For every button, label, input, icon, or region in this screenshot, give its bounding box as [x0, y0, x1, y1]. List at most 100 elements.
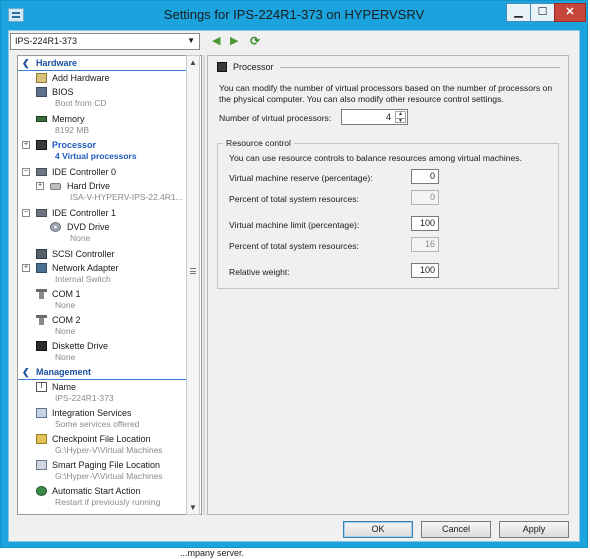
tree-item-detail: None	[55, 300, 76, 310]
tree-item-label: IDE Controller 0	[52, 167, 117, 177]
relative-weight-input[interactable]: 100	[411, 263, 439, 278]
tree-item-label: COM 1	[52, 289, 81, 299]
vm-select-dropdown[interactable]: IPS-224R1-373 ▼	[10, 33, 200, 50]
tree-item-label: Automatic Start Action	[52, 486, 141, 496]
tree-item-detail: IPS-224R1-373	[55, 393, 114, 403]
tree-item-detail: G:\Hyper-V\Virtual Machines	[55, 445, 163, 455]
smart-paging-icon	[36, 460, 47, 470]
expand-toggle-icon[interactable]: +	[22, 141, 30, 149]
com-port-icon	[36, 315, 47, 325]
close-button[interactable]: ✕	[554, 3, 586, 22]
scroll-thumb-grip-icon[interactable]	[190, 268, 196, 274]
cancel-button[interactable]: Cancel	[421, 521, 491, 538]
tree-item-label: Hard Drive	[67, 181, 111, 191]
scroll-up-icon[interactable]: ▲	[187, 56, 199, 69]
tree-item-detail: G:\Hyper-V\Virtual Machines	[55, 471, 163, 481]
collapse-toggle-icon[interactable]: −	[22, 209, 30, 217]
reserve-percent-value: 0	[411, 190, 439, 205]
tree-item-detail: None	[55, 326, 76, 336]
tree-item-label: IDE Controller 1	[52, 208, 117, 218]
maximize-button[interactable]: ☐	[530, 3, 555, 22]
management-divider	[18, 379, 188, 380]
add-hardware-icon	[36, 73, 47, 83]
ide-controller-icon	[36, 209, 47, 217]
chevron-down-icon: ▼	[187, 36, 195, 45]
collapse-chevron-icon: ❮	[22, 58, 30, 68]
com-port-icon	[36, 289, 47, 299]
limit-label: Virtual machine limit (percentage):	[229, 220, 360, 230]
scsi-controller-icon	[36, 249, 47, 259]
forward-arrow-icon[interactable]: ▶	[230, 34, 238, 48]
stepper-down-icon[interactable]: ▼	[396, 118, 405, 124]
tree-item-label: Network Adapter	[52, 263, 119, 273]
pane-splitter[interactable]	[203, 55, 205, 515]
management-section-header[interactable]: ❮ Management	[18, 366, 188, 379]
tree-scrollbar[interactable]: ▲ ▼	[186, 55, 200, 515]
ide-controller-icon	[36, 168, 47, 176]
settings-tree[interactable]: ❮ Hardware Add Hardware BIOS Boot from C…	[17, 55, 202, 515]
num-processors-value: 4	[385, 112, 391, 122]
tree-item-label: COM 2	[52, 315, 81, 325]
tree-item-detail: ISA-V-HYPERV-IPS-22.4R1...	[70, 192, 183, 202]
collapse-toggle-icon[interactable]: −	[22, 168, 30, 176]
tree-item-label: Name	[52, 382, 77, 392]
minimize-button[interactable]: ▁	[506, 3, 531, 22]
tree-item-label: Add Hardware	[52, 73, 110, 83]
tree-item-label: Checkpoint File Location	[52, 434, 151, 444]
diskette-drive-icon	[36, 341, 47, 351]
limit-percent-label: Percent of total system resources:	[229, 241, 359, 251]
expand-toggle-icon[interactable]: +	[22, 264, 30, 272]
limit-input[interactable]: 100	[411, 216, 439, 231]
tree-item-label: SCSI Controller	[52, 249, 115, 259]
tree-item-detail: 4 Virtual processors	[55, 151, 137, 161]
apply-button[interactable]: Apply	[499, 521, 569, 538]
tree-item-detail: None	[70, 233, 91, 243]
panel-title-divider	[280, 67, 560, 68]
processor-icon	[217, 62, 227, 72]
window-title: Settings for IPS-224R1-373 on HYPERVSRV	[163, 7, 425, 22]
tree-item-label: DVD Drive	[67, 222, 110, 232]
dvd-drive-icon	[50, 222, 61, 232]
resource-control-description: You can use resource controls to balance…	[229, 153, 522, 163]
reserve-input[interactable]: 0	[411, 169, 439, 184]
stepper-buttons[interactable]: ▲ ▼	[395, 111, 406, 124]
processor-icon	[36, 140, 47, 150]
limit-percent-value: 16	[411, 237, 439, 252]
relative-weight-label: Relative weight:	[229, 267, 290, 277]
tree-item-label: Smart Paging File Location	[52, 460, 161, 470]
collapse-chevron-icon: ❮	[22, 367, 30, 377]
memory-icon	[36, 116, 47, 122]
reserve-percent-label: Percent of total system resources:	[229, 194, 359, 204]
refresh-icon[interactable]: ⟳	[250, 34, 260, 48]
bios-icon	[36, 87, 47, 97]
processor-settings-panel: Processor You can modify the number of v…	[207, 55, 569, 515]
tree-item-label: Memory	[52, 114, 85, 124]
num-processors-stepper[interactable]: 4 ▲ ▼	[341, 109, 408, 125]
hardware-section-header[interactable]: ❮ Hardware	[18, 57, 188, 70]
resource-control-title: Resource control	[223, 138, 294, 148]
tree-item-label: BIOS	[52, 87, 74, 97]
title-bar[interactable]: Settings for IPS-224R1-373 on HYPERVSRV …	[1, 1, 587, 29]
hardware-header-label: Hardware	[36, 58, 78, 68]
panel-title: Processor	[233, 62, 274, 72]
tree-item-label: Processor	[52, 140, 97, 150]
tree-item-label: Diskette Drive	[52, 341, 109, 351]
name-icon: I	[36, 382, 47, 392]
scroll-down-icon[interactable]: ▼	[187, 501, 199, 514]
hard-drive-icon	[50, 183, 61, 190]
expand-toggle-icon[interactable]: +	[36, 182, 44, 190]
integration-services-icon	[36, 408, 47, 418]
vm-select-value: IPS-224R1-373	[15, 36, 78, 46]
tree-item-detail: Restart if previously running	[55, 497, 161, 507]
tree-item-detail: Internal Switch	[55, 274, 111, 284]
tree-item-detail: None	[55, 352, 76, 362]
tree-item-detail: 8192 MB	[55, 125, 90, 135]
hardware-divider	[18, 70, 188, 71]
back-arrow-icon[interactable]: ◀	[212, 34, 220, 48]
network-adapter-icon	[36, 263, 47, 273]
automatic-start-icon	[36, 486, 47, 496]
ok-button[interactable]: OK	[343, 521, 413, 538]
processor-description: You can modify the number of virtual pro…	[219, 83, 553, 104]
num-processors-label: Number of virtual processors:	[219, 113, 332, 123]
reserve-label: Virtual machine reserve (percentage):	[229, 173, 373, 183]
